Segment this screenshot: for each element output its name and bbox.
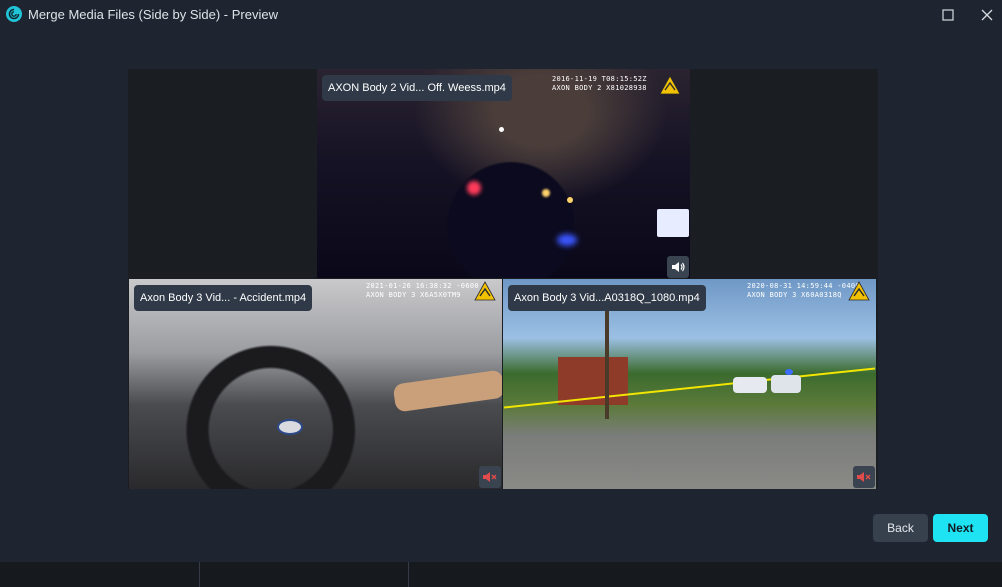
muted-speaker-icon xyxy=(857,472,871,482)
video-tile-top[interactable]: 2016-11-19 T08:15:52Z AXON BODY 2 X81028… xyxy=(317,69,690,278)
video-file-label: Axon Body 3 Vid... - Accident.mp4 xyxy=(134,285,313,311)
maximize-button[interactable] xyxy=(937,4,959,26)
mute-button[interactable] xyxy=(479,466,501,488)
maximize-icon xyxy=(942,9,954,21)
video-tile-bottom-left[interactable]: 2021-01-26 16:38:32 -0600 AXON BODY 3 X6… xyxy=(129,279,502,489)
footer-divider xyxy=(408,562,409,587)
app-logo-icon xyxy=(6,6,22,22)
window-title: Merge Media Files (Side by Side) - Previ… xyxy=(28,7,278,22)
video-timestamp: 2016-11-19 T08:15:52Z AXON BODY 2 X81028… xyxy=(552,75,647,92)
warning-triangle-icon xyxy=(848,281,870,301)
video-tile-bottom-right[interactable]: 2020-08-31 14:59:44 -0400 AXON BODY 3 X6… xyxy=(503,279,876,489)
video-timestamp: 2020-08-31 14:59:44 -0400 AXON BODY 3 X6… xyxy=(747,282,860,299)
muted-speaker-icon xyxy=(483,472,497,482)
mute-button[interactable] xyxy=(853,466,875,488)
next-button[interactable]: Next xyxy=(933,514,988,542)
footer-bar xyxy=(0,562,1002,587)
speaker-icon xyxy=(672,262,685,272)
video-file-label: AXON Body 2 Vid... Off. Weess.mp4 xyxy=(322,75,512,101)
video-file-label: Axon Body 3 Vid...A0318Q_1080.mp4 xyxy=(508,285,706,311)
warning-triangle-icon xyxy=(474,281,496,301)
close-button[interactable] xyxy=(976,4,998,26)
footer-divider xyxy=(199,562,200,587)
volume-button[interactable] xyxy=(667,256,689,278)
preview-stage: 2016-11-19 T08:15:52Z AXON BODY 2 X81028… xyxy=(128,69,878,489)
title-bar: Merge Media Files (Side by Side) - Previ… xyxy=(0,0,1002,30)
warning-triangle-icon xyxy=(659,75,681,95)
close-icon xyxy=(981,9,993,21)
video-timestamp: 2021-01-26 16:38:32 -0600 AXON BODY 3 X6… xyxy=(366,282,479,299)
back-button[interactable]: Back xyxy=(873,514,928,542)
